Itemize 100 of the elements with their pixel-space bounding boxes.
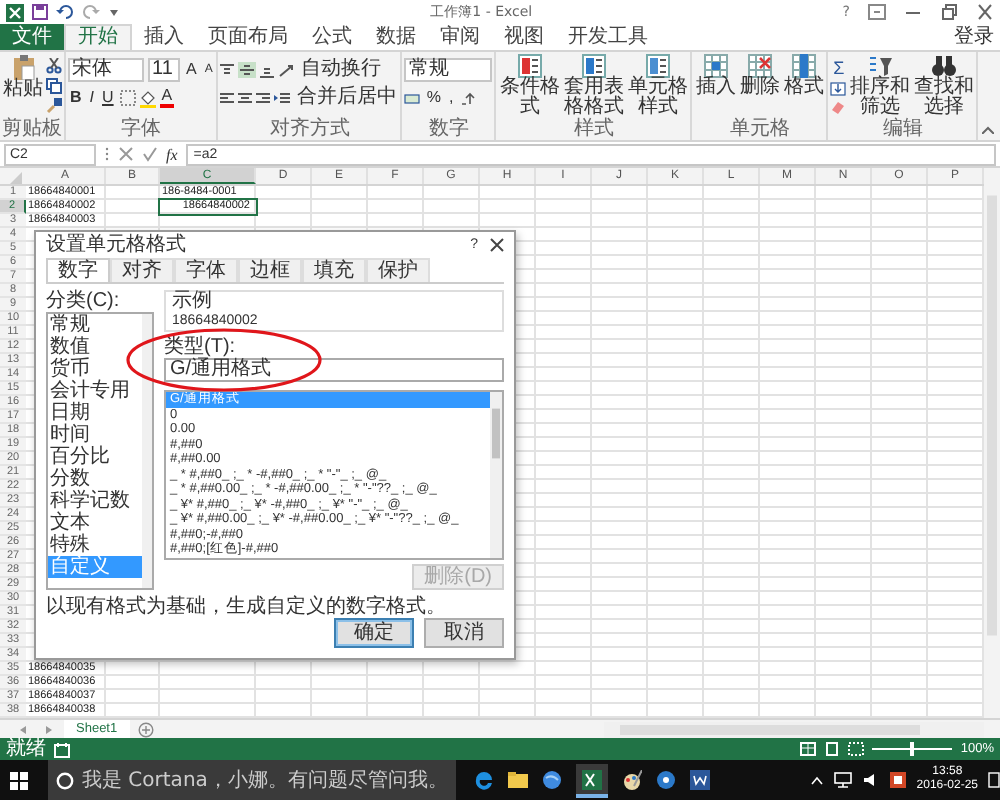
- ribbon-tab[interactable]: 插入: [132, 24, 196, 50]
- collapse-icon[interactable]: [982, 126, 994, 134]
- ribbon-tab[interactable]: 审阅: [428, 24, 492, 50]
- ok-button[interactable]: 确定: [334, 618, 414, 648]
- border-icon[interactable]: [119, 90, 136, 106]
- bold-button[interactable]: B: [68, 88, 84, 108]
- decimal-icon[interactable]: [459, 91, 476, 105]
- restore-icon[interactable]: [940, 4, 958, 20]
- zoom-thumb[interactable]: [910, 742, 915, 756]
- browser-icon[interactable]: [473, 770, 494, 790]
- brush-icon[interactable]: [46, 98, 62, 114]
- percent-button[interactable]: %: [424, 88, 443, 108]
- normal-view-icon[interactable]: [800, 742, 817, 756]
- scissors-icon[interactable]: [46, 58, 62, 74]
- cancel-button[interactable]: 取消: [424, 618, 504, 648]
- type-field[interactable]: G/通用格式: [164, 358, 504, 382]
- delete-cells-button[interactable]: 删除: [738, 54, 781, 98]
- category-item[interactable]: 常规: [48, 314, 142, 336]
- category-item[interactable]: 时间: [48, 424, 142, 446]
- dialog-tab[interactable]: 保护: [366, 258, 430, 282]
- cell-styles-button[interactable]: 单元格样式: [626, 54, 689, 118]
- font-size-dropdown[interactable]: 11: [148, 58, 180, 82]
- sign-in-link[interactable]: 登录: [954, 24, 1000, 50]
- caret-icon[interactable]: [108, 6, 120, 18]
- close-icon[interactable]: [976, 4, 994, 20]
- fill-color-icon[interactable]: [139, 89, 156, 107]
- ribbon-tab[interactable]: 文件: [0, 24, 64, 50]
- italic-button[interactable]: I: [87, 88, 97, 108]
- ribbon-display-icon[interactable]: [868, 4, 886, 20]
- table-format-button[interactable]: 套用表格格式: [562, 54, 625, 118]
- underline-button[interactable]: U: [100, 88, 116, 108]
- ribbon-tab[interactable]: 视图: [492, 24, 556, 50]
- network-icon[interactable]: [834, 772, 853, 788]
- dialog-tab[interactable]: 边框: [238, 258, 302, 282]
- paint-icon[interactable]: [621, 770, 642, 790]
- category-item[interactable]: 文本: [48, 512, 142, 534]
- comma-button[interactable]: ,: [446, 88, 456, 108]
- ribbon-tab[interactable]: 开始: [64, 24, 132, 50]
- macro-icon[interactable]: [54, 741, 70, 757]
- category-item[interactable]: 特殊: [48, 534, 142, 556]
- page-break-icon[interactable]: [848, 742, 865, 756]
- ribbon-tab[interactable]: 数据: [364, 24, 428, 50]
- number-format-dropdown[interactable]: 常规: [404, 58, 493, 82]
- dialog-tab[interactable]: 数字: [46, 258, 110, 282]
- align-left-icon[interactable]: [220, 91, 235, 105]
- spreadsheet-app-icon[interactable]: [581, 769, 602, 789]
- insert-function-button[interactable]: fx: [166, 145, 178, 163]
- undo-icon[interactable]: [56, 4, 74, 20]
- add-sheet-icon[interactable]: [137, 721, 154, 737]
- font-color-button[interactable]: A: [159, 88, 175, 108]
- indent-icon[interactable]: [274, 91, 291, 105]
- scrollbar[interactable]: [142, 314, 152, 588]
- vertical-scrollbar[interactable]: [984, 168, 1000, 718]
- font-name-dropdown[interactable]: 宋体: [68, 58, 144, 82]
- ribbon-tab[interactable]: 公式: [300, 24, 364, 50]
- fill-down-icon[interactable]: [830, 82, 847, 96]
- dialog-tab[interactable]: 填充: [302, 258, 366, 282]
- copy-icon[interactable]: [46, 78, 62, 94]
- align-right-icon[interactable]: [256, 91, 271, 105]
- dialog-tab[interactable]: 对齐: [110, 258, 174, 282]
- orientation-icon[interactable]: [278, 63, 295, 77]
- ribbon-tab[interactable]: 页面布局: [196, 24, 300, 50]
- globe-icon[interactable]: [541, 770, 562, 790]
- document-app-icon[interactable]: [689, 770, 710, 790]
- category-item[interactable]: 数值: [48, 336, 142, 358]
- align-bottom-icon[interactable]: [260, 63, 275, 77]
- category-item[interactable]: 会计专用: [48, 380, 142, 402]
- binoculars-icon: [931, 54, 956, 78]
- insert-cells-button[interactable]: 插入: [694, 54, 737, 98]
- autosum-button[interactable]: Σ: [831, 58, 847, 78]
- dialog-tab[interactable]: 字体: [174, 258, 238, 282]
- page-layout-icon[interactable]: [824, 742, 841, 756]
- ribbon-tab[interactable]: 开发工具: [556, 24, 660, 50]
- category-item[interactable]: 货币: [48, 358, 142, 380]
- category-item[interactable]: 分数: [48, 468, 142, 490]
- notification-icon[interactable]: [988, 772, 1000, 788]
- align-center-icon[interactable]: [238, 91, 253, 105]
- align-top-icon[interactable]: [220, 63, 235, 77]
- category-item[interactable]: 科学记数: [48, 490, 142, 512]
- folder-icon[interactable]: [507, 770, 528, 790]
- merge-center-button[interactable]: 合并后居中: [294, 86, 399, 110]
- conditional-format-button[interactable]: 条件格式: [498, 54, 561, 118]
- paste-button[interactable]: 粘贴: [2, 54, 44, 100]
- sort-filter-button[interactable]: 排序和筛选: [848, 54, 911, 118]
- check-icon[interactable]: [142, 146, 158, 162]
- search-field[interactable]: 我是 Cortana，小娜。有问题尽管问我。: [48, 760, 456, 800]
- scrollbar[interactable]: [490, 392, 502, 558]
- windows-logo-icon[interactable]: [10, 771, 28, 789]
- category-item[interactable]: 百分比: [48, 446, 142, 468]
- category-item[interactable]: 日期: [48, 402, 142, 424]
- format-cells-button[interactable]: 格式: [782, 54, 825, 98]
- save-icon[interactable]: [32, 4, 48, 20]
- currency-icon[interactable]: [404, 91, 421, 105]
- grow-font-button[interactable]: A: [184, 60, 199, 80]
- chevron-up-icon[interactable]: [810, 773, 825, 787]
- close-icon[interactable]: [490, 238, 504, 252]
- cancel-icon[interactable]: [118, 146, 134, 162]
- wrap-text-button[interactable]: 自动换行: [298, 58, 383, 82]
- find-select-button[interactable]: 查找和选择: [912, 54, 975, 118]
- align-middle-icon[interactable]: [238, 62, 257, 78]
